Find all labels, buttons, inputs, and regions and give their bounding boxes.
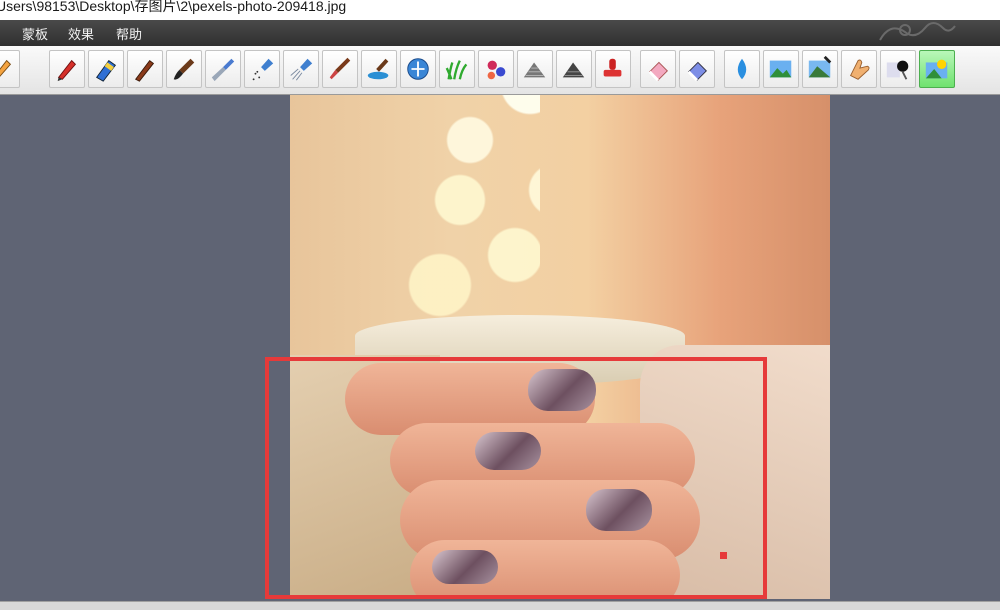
- texture-dark-icon: [562, 62, 585, 78]
- marker-icon: [95, 59, 116, 82]
- tool-button-crayon[interactable]: [127, 50, 163, 88]
- tool-button-water-drop[interactable]: [724, 50, 760, 88]
- tool-button-eraser[interactable]: [640, 50, 676, 88]
- eraser-blue-icon: [687, 61, 707, 82]
- airbrush-spray-icon: [252, 58, 274, 81]
- hand-smudge-icon: [849, 59, 870, 80]
- tool-button-watercolor-brush[interactable]: [322, 50, 358, 88]
- landscape-sharpen-icon: [808, 55, 832, 78]
- menu-help[interactable]: 帮助: [116, 24, 142, 43]
- flower-brush-icon: [487, 60, 506, 80]
- file-path: Users\98153\Desktop\存图片\2\pexels-photo-2…: [0, 0, 347, 14]
- tool-button-flower-brush[interactable]: [478, 50, 514, 88]
- tool-button-spray[interactable]: [283, 50, 319, 88]
- paint-pot-icon: [367, 58, 389, 80]
- sun-landscape-icon: [925, 59, 948, 79]
- tool-button-sun-landscape[interactable]: [919, 50, 955, 88]
- eraser-icon: [648, 61, 668, 82]
- texture-icon: [523, 62, 546, 78]
- spray-icon: [290, 58, 313, 81]
- tool-button-texture[interactable]: [517, 50, 553, 88]
- grass-brush-icon: [445, 60, 468, 80]
- brush-icon: [173, 58, 195, 80]
- pencil-icon: [0, 59, 12, 77]
- tool-button-dodge-burn[interactable]: [880, 50, 916, 88]
- blur-icon: [407, 58, 429, 80]
- menu-mask[interactable]: 蒙板: [22, 24, 48, 43]
- tool-button-marker[interactable]: [88, 50, 124, 88]
- selection-highlight: [265, 357, 767, 599]
- watercolor-brush-icon: [329, 57, 351, 80]
- dodge-burn-icon: [886, 60, 909, 80]
- tool-button-paint-pot[interactable]: [361, 50, 397, 88]
- swirl-ornament-icon: [879, 22, 956, 41]
- right-panel: [830, 95, 1000, 601]
- tool-button-grass-brush[interactable]: [439, 50, 475, 88]
- tool-button-blur[interactable]: [400, 50, 436, 88]
- tool-button-airbrush-spray[interactable]: [244, 50, 280, 88]
- landscape-icon: [769, 60, 792, 78]
- stamp-icon: [603, 58, 622, 77]
- tool-button-hand-smudge[interactable]: [841, 50, 877, 88]
- menu-bar: 蒙板 效果 帮助: [0, 20, 1000, 46]
- tool-button-fan-brush[interactable]: [205, 50, 241, 88]
- tool-button-landscape-sharpen[interactable]: [802, 50, 838, 88]
- red-pencil-icon: [57, 59, 77, 82]
- tool-button-stamp[interactable]: [595, 50, 631, 88]
- tool-bar: [0, 46, 1000, 95]
- tool-button-eraser-blue[interactable]: [679, 50, 715, 88]
- tool-button-brush[interactable]: [166, 50, 202, 88]
- marker-dot: [720, 552, 727, 559]
- crayon-icon: [134, 59, 155, 82]
- tool-button-pencil[interactable]: [0, 50, 20, 88]
- tool-button-texture-dark[interactable]: [556, 50, 592, 88]
- fan-brush-icon: [211, 58, 235, 82]
- tool-button-landscape[interactable]: [763, 50, 799, 88]
- menu-effects[interactable]: 效果: [68, 24, 94, 43]
- title-bar: Users\98153\Desktop\存图片\2\pexels-photo-2…: [0, 0, 1000, 20]
- water-drop-icon: [737, 58, 747, 80]
- tool-button-red-pencil[interactable]: [49, 50, 85, 88]
